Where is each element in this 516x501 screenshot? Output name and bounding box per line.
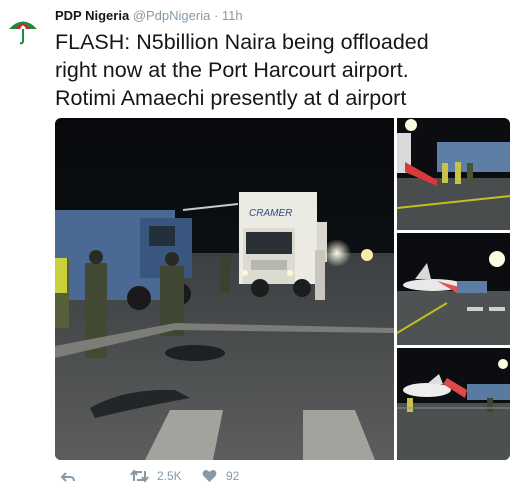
retweet-button[interactable]: 2.5K (130, 469, 182, 483)
tweet-text-line: right now at the Port Harcourt airport. (55, 58, 409, 82)
reply-button[interactable] (60, 469, 76, 485)
heart-icon (202, 470, 217, 482)
tweet-text-line: Rotimi Amaechi presently at d airport (55, 86, 407, 110)
author-handle[interactable]: @PdpNigeria (133, 8, 211, 23)
retweet-icon (130, 469, 149, 483)
retweet-count: 2.5K (157, 469, 182, 483)
separator-dot: · (213, 8, 219, 23)
tweet-text-line: FLASH: N5billion Naira being offloaded (55, 30, 429, 54)
tweet-action-bar: 2.5K 92 (55, 469, 355, 489)
photo-thumb-1[interactable] (397, 118, 510, 230)
photo-main[interactable]: CRAMER (55, 118, 394, 460)
tweet-text: FLASH: N5billion Naira being offloaded r… (55, 28, 510, 112)
like-button[interactable]: 92 (202, 469, 239, 483)
author-avatar[interactable] (7, 14, 39, 46)
photo-thumb-3[interactable] (397, 348, 510, 460)
media-grid: CRAMER (55, 118, 510, 460)
reply-icon (60, 472, 75, 482)
pdp-umbrella-avatar-icon (9, 21, 37, 45)
tweet-timestamp[interactable]: 11h (222, 8, 243, 23)
photo-thumb-2[interactable] (397, 233, 510, 345)
truck-sign-text: CRAMER (249, 208, 292, 219)
author-name[interactable]: PDP Nigeria (55, 8, 129, 23)
tweet-header: PDP Nigeria @PdpNigeria · 11h (55, 8, 243, 23)
like-count: 92 (226, 469, 240, 483)
